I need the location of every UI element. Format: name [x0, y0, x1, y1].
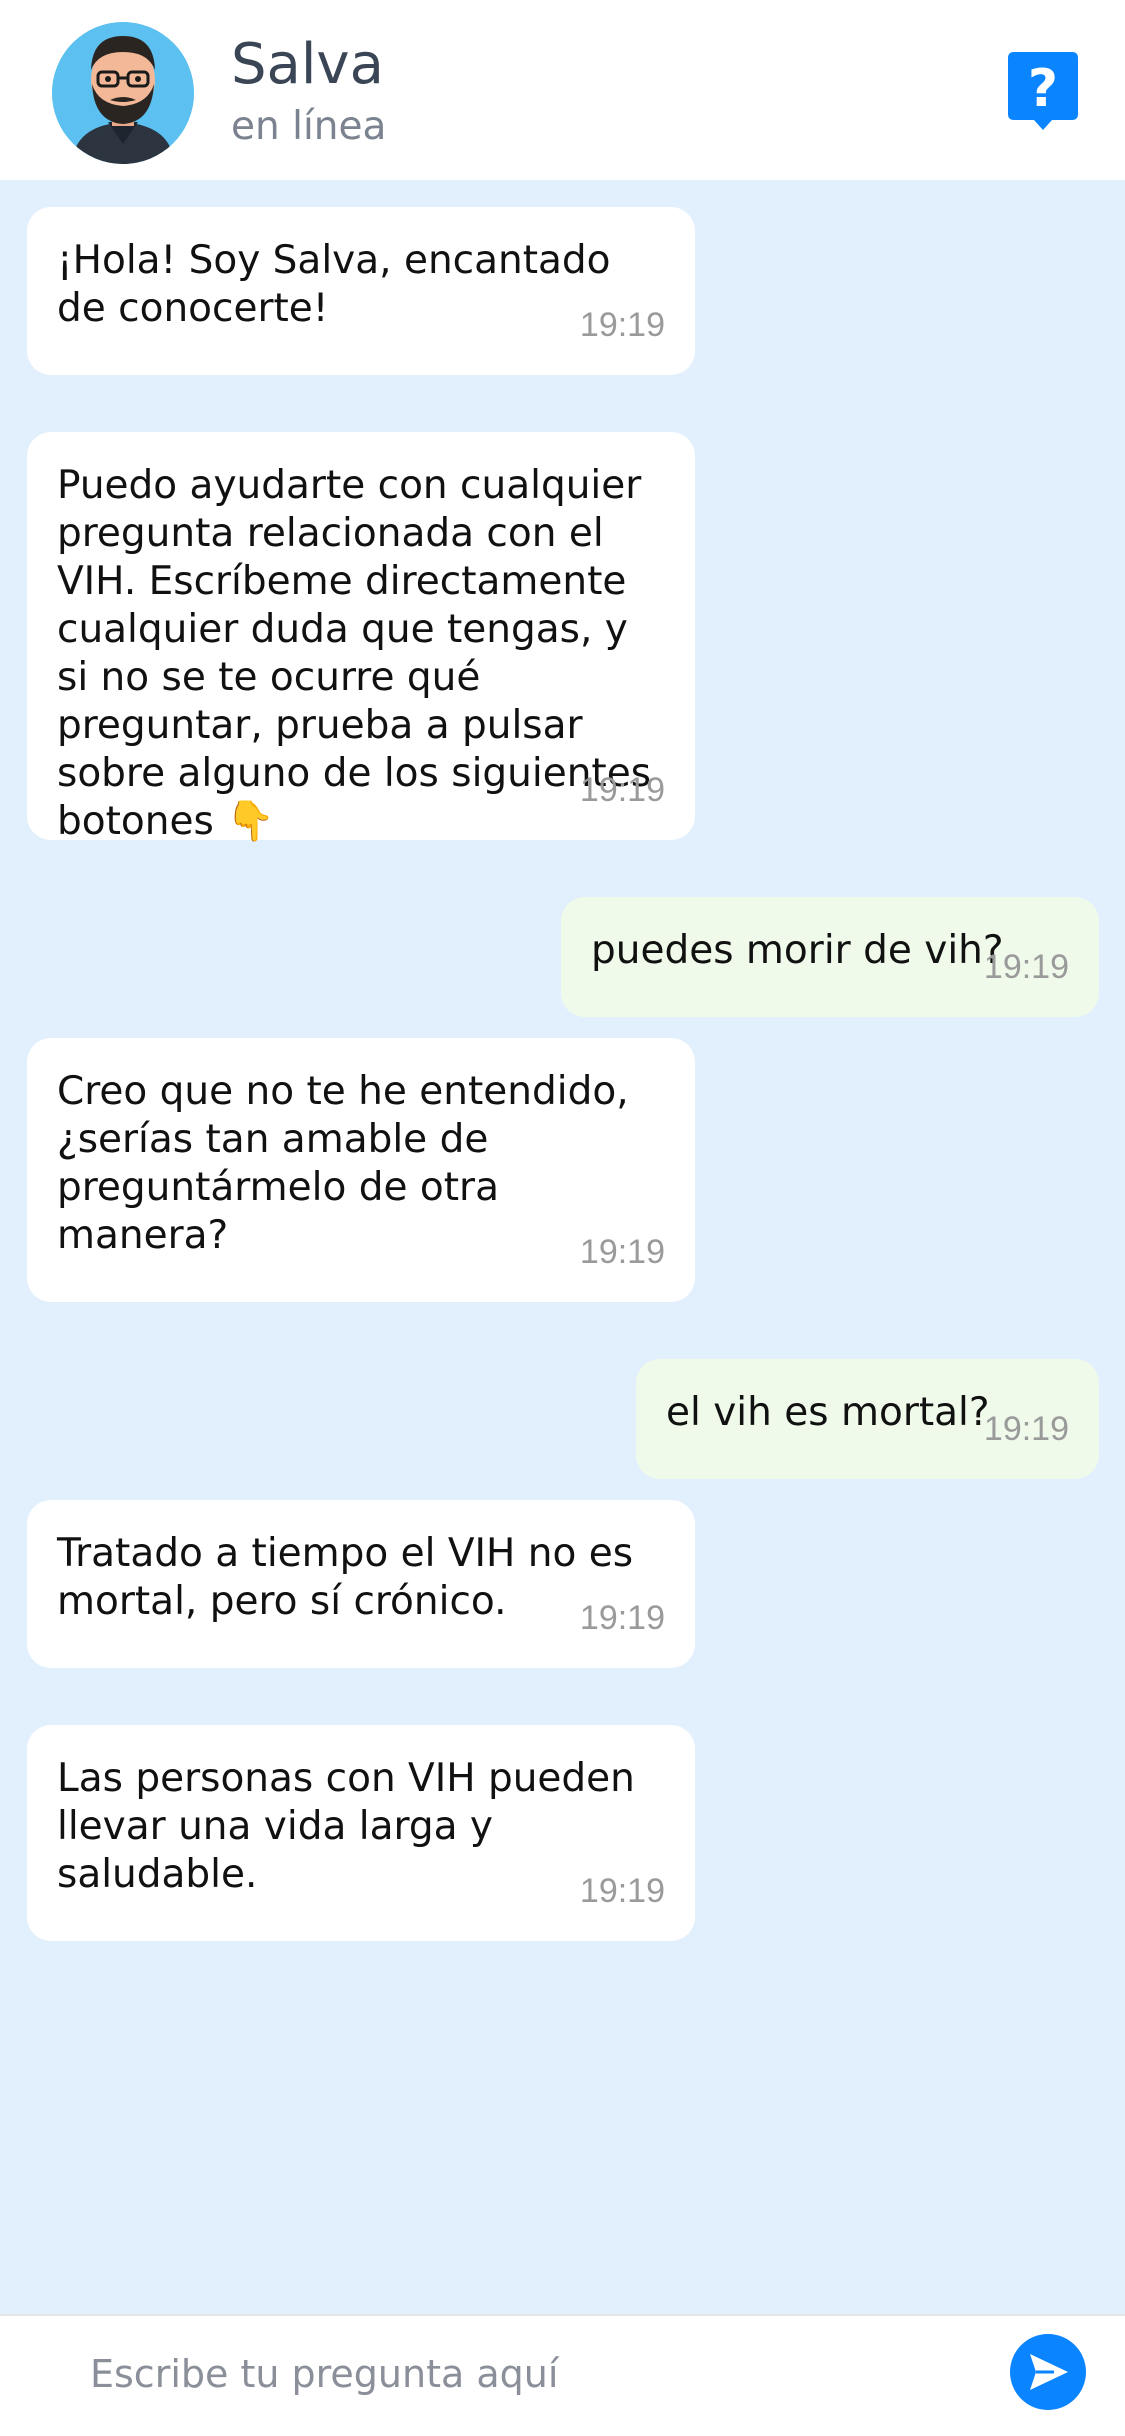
message-bot: Tratado a tiempo el VIH no es mortal, pe… — [27, 1500, 695, 1668]
send-arrow-icon — [1030, 2354, 1068, 2390]
chat-header: Salva en línea ? — [0, 0, 1125, 180]
composer-bar — [0, 2314, 1125, 2436]
send-button[interactable] — [1010, 2334, 1086, 2410]
message-time: 19:19 — [579, 1872, 665, 1910]
message-time: 19:19 — [579, 1233, 665, 1271]
message-list[interactable]: ¡Hola! Soy Salva, encantado de conocerte… — [0, 180, 1125, 2314]
help-question-icon: ? — [1008, 52, 1078, 130]
message-time: 19:19 — [579, 771, 665, 809]
message-bot: Puedo ayudarte con cualquier pregunta re… — [27, 432, 695, 844]
message-user: puedes morir de vih? 19:19 — [561, 897, 1099, 1017]
contact-name: Salva — [231, 32, 384, 97]
message-text: Tratado a tiempo el VIH no es mortal, pe… — [57, 1531, 634, 1624]
message-user: el vih es mortal? 19:19 — [636, 1359, 1099, 1479]
message-text: Las personas con VIH pueden llevar una v… — [57, 1756, 635, 1897]
message-time: 19:19 — [579, 306, 665, 344]
question-input[interactable] — [60, 2334, 1020, 2414]
message-text: Creo que no te he entendido, ¿serías tan… — [57, 1069, 629, 1258]
message-time: 19:19 — [983, 948, 1069, 986]
avatar[interactable] — [52, 22, 194, 164]
message-time: 19:19 — [579, 1599, 665, 1637]
help-button[interactable]: ? — [1008, 52, 1078, 130]
message-bot: Las personas con VIH pueden llevar una v… — [27, 1725, 695, 1941]
contact-status: en línea — [231, 104, 387, 149]
message-text: Puedo ayudarte con cualquier pregunta re… — [57, 463, 652, 844]
message-bot: Creo que no te he entendido, ¿serías tan… — [27, 1038, 695, 1302]
message-text: ¡Hola! Soy Salva, encantado de conocerte… — [57, 238, 611, 331]
message-time: 19:19 — [983, 1410, 1069, 1448]
message-bot: ¡Hola! Soy Salva, encantado de conocerte… — [27, 207, 695, 375]
avatar-image — [52, 22, 194, 164]
svg-text:?: ? — [1028, 59, 1058, 119]
